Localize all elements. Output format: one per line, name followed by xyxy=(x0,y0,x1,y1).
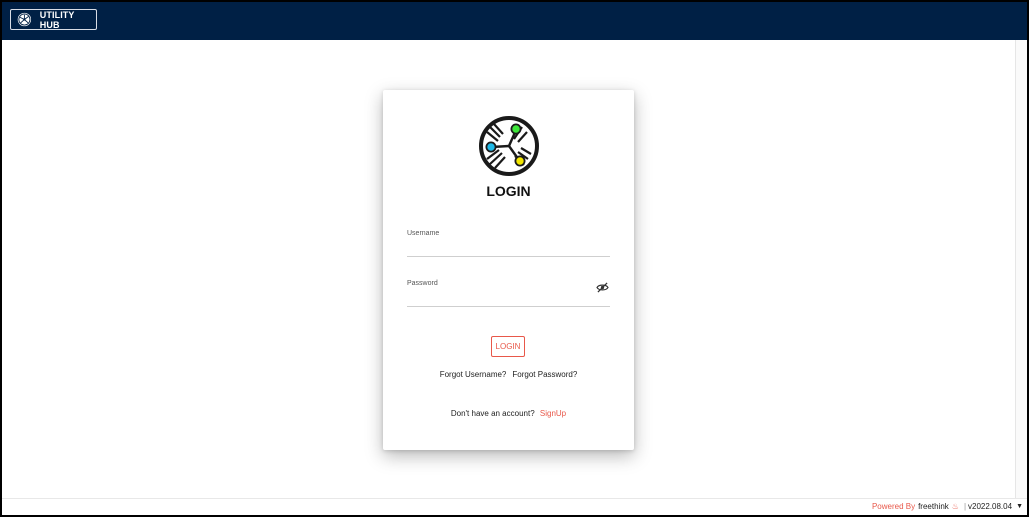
utility-hub-home-button[interactable]: UTILITY HUB xyxy=(10,9,97,30)
utility-hub-logo-icon xyxy=(479,116,539,176)
chevron-down-icon[interactable]: ▼ xyxy=(1016,503,1023,510)
password-input[interactable] xyxy=(407,290,587,304)
brand-label: UTILITY HUB xyxy=(39,9,75,30)
forgot-username-link[interactable]: Forgot Username? xyxy=(440,370,507,379)
eye-off-icon[interactable] xyxy=(596,282,609,293)
forgot-password-link[interactable]: Forgot Password? xyxy=(512,370,577,379)
no-account-text: Don't have an account? xyxy=(450,409,535,418)
vertical-scrollbar[interactable] xyxy=(1015,40,1027,498)
forgot-links: Forgot Username? Forgot Password? xyxy=(383,370,634,379)
signup-link[interactable]: SignUp xyxy=(540,409,566,418)
top-navbar: UTILITY HUB xyxy=(2,2,1027,40)
password-label: Password xyxy=(407,280,438,287)
company-name: freethink xyxy=(918,502,949,511)
flame-icon: ♨ xyxy=(951,502,959,511)
app-window: UTILITY HUB LOGIN Username Password LOGI… xyxy=(0,0,1029,517)
footer-version-info: Powered By freethink ♨ | v2022.08.04 ▼ xyxy=(872,502,1023,511)
footer: Powered By freethink ♨ | v2022.08.04 ▼ xyxy=(2,498,1027,515)
version-text: v2022.08.04 xyxy=(968,502,1013,511)
username-input[interactable] xyxy=(407,240,587,254)
signup-row: Don't have an account? SignUp xyxy=(383,409,634,418)
page-title: LOGIN xyxy=(486,183,531,199)
username-label: Username xyxy=(407,230,440,237)
password-underline xyxy=(407,306,610,307)
powered-by-text: Powered By xyxy=(871,502,916,511)
login-button[interactable]: LOGIN xyxy=(491,336,525,357)
divider: | xyxy=(963,502,967,511)
utility-hub-logo-icon xyxy=(17,12,32,27)
login-card: LOGIN Username Password LOGIN Forgot Use… xyxy=(383,90,634,450)
username-underline xyxy=(407,256,610,257)
